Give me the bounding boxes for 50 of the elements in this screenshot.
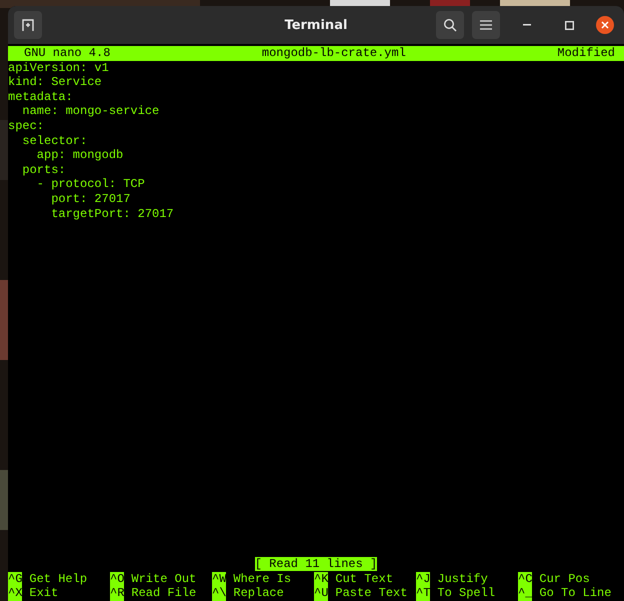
shortcut-key: ^X [8, 586, 22, 601]
shortcut-key: ^J [416, 572, 430, 586]
file-name: mongodb-lb-crate.yml [260, 46, 407, 61]
status-message: [ Read 11 lines ] [254, 557, 378, 572]
shortcut-key: ^O [110, 572, 124, 586]
maximize-icon [564, 20, 574, 30]
shortcut-key: ^T [416, 586, 430, 601]
menu-button[interactable] [472, 11, 500, 39]
shortcut-label: Cur Pos [539, 572, 590, 586]
shortcut-label: Write Out [131, 572, 196, 586]
shortcut-key: ^\ [212, 586, 226, 601]
window-title: Terminal [284, 18, 348, 32]
shortcut-key: ^C [518, 572, 532, 586]
shortcut-key: ^R [110, 586, 124, 601]
code-line: kind: Service [8, 75, 102, 90]
code-line: - protocol: TCP [36, 177, 145, 192]
code-line: spec: [8, 118, 44, 134]
shortcut-label: Replace [233, 586, 284, 601]
shortcut-key: ^K [314, 572, 328, 586]
shortcut-label: To Spell [437, 586, 496, 601]
code-line: metadata: [8, 90, 73, 104]
shortcut-label: Read File [131, 586, 196, 601]
shortcut-label: Cut Text [335, 572, 394, 586]
shortcut-key: ^_ [518, 586, 532, 601]
shortcut-label: Exit [29, 586, 58, 601]
modified-status: Modified [557, 46, 615, 61]
code-line: app: mongodb [36, 148, 124, 163]
shortcut-label: Justify [437, 572, 488, 586]
shortcut-label: Get Help [29, 572, 88, 586]
close-icon [601, 21, 609, 29]
shortcut-label: Where Is [233, 572, 292, 586]
close-button[interactable] [596, 16, 614, 34]
code-line: ports: [21, 162, 66, 178]
shortcut-key: ^W [212, 572, 226, 586]
shortcut-label: Paste Text [335, 586, 408, 601]
new-tab-icon [21, 18, 35, 32]
new-tab-button[interactable] [14, 11, 42, 39]
code-line: name: mongo-service [21, 104, 160, 119]
minimize-icon [523, 24, 531, 26]
shortcut-key: ^U [314, 586, 328, 601]
app-version: GNU nano 4.8 [24, 46, 110, 61]
menu-icon [480, 20, 492, 30]
shortcut-label: Go To Line [539, 586, 612, 601]
code-line: port: 27017 [50, 192, 130, 207]
shortcut-key: ^G [8, 572, 22, 586]
code-line: selector: [21, 134, 88, 148]
code-line: apiVersion: v1 [8, 60, 109, 76]
search-button[interactable] [436, 11, 464, 39]
code-line: targetPort: 27017 [50, 206, 174, 222]
search-icon [443, 18, 457, 32]
